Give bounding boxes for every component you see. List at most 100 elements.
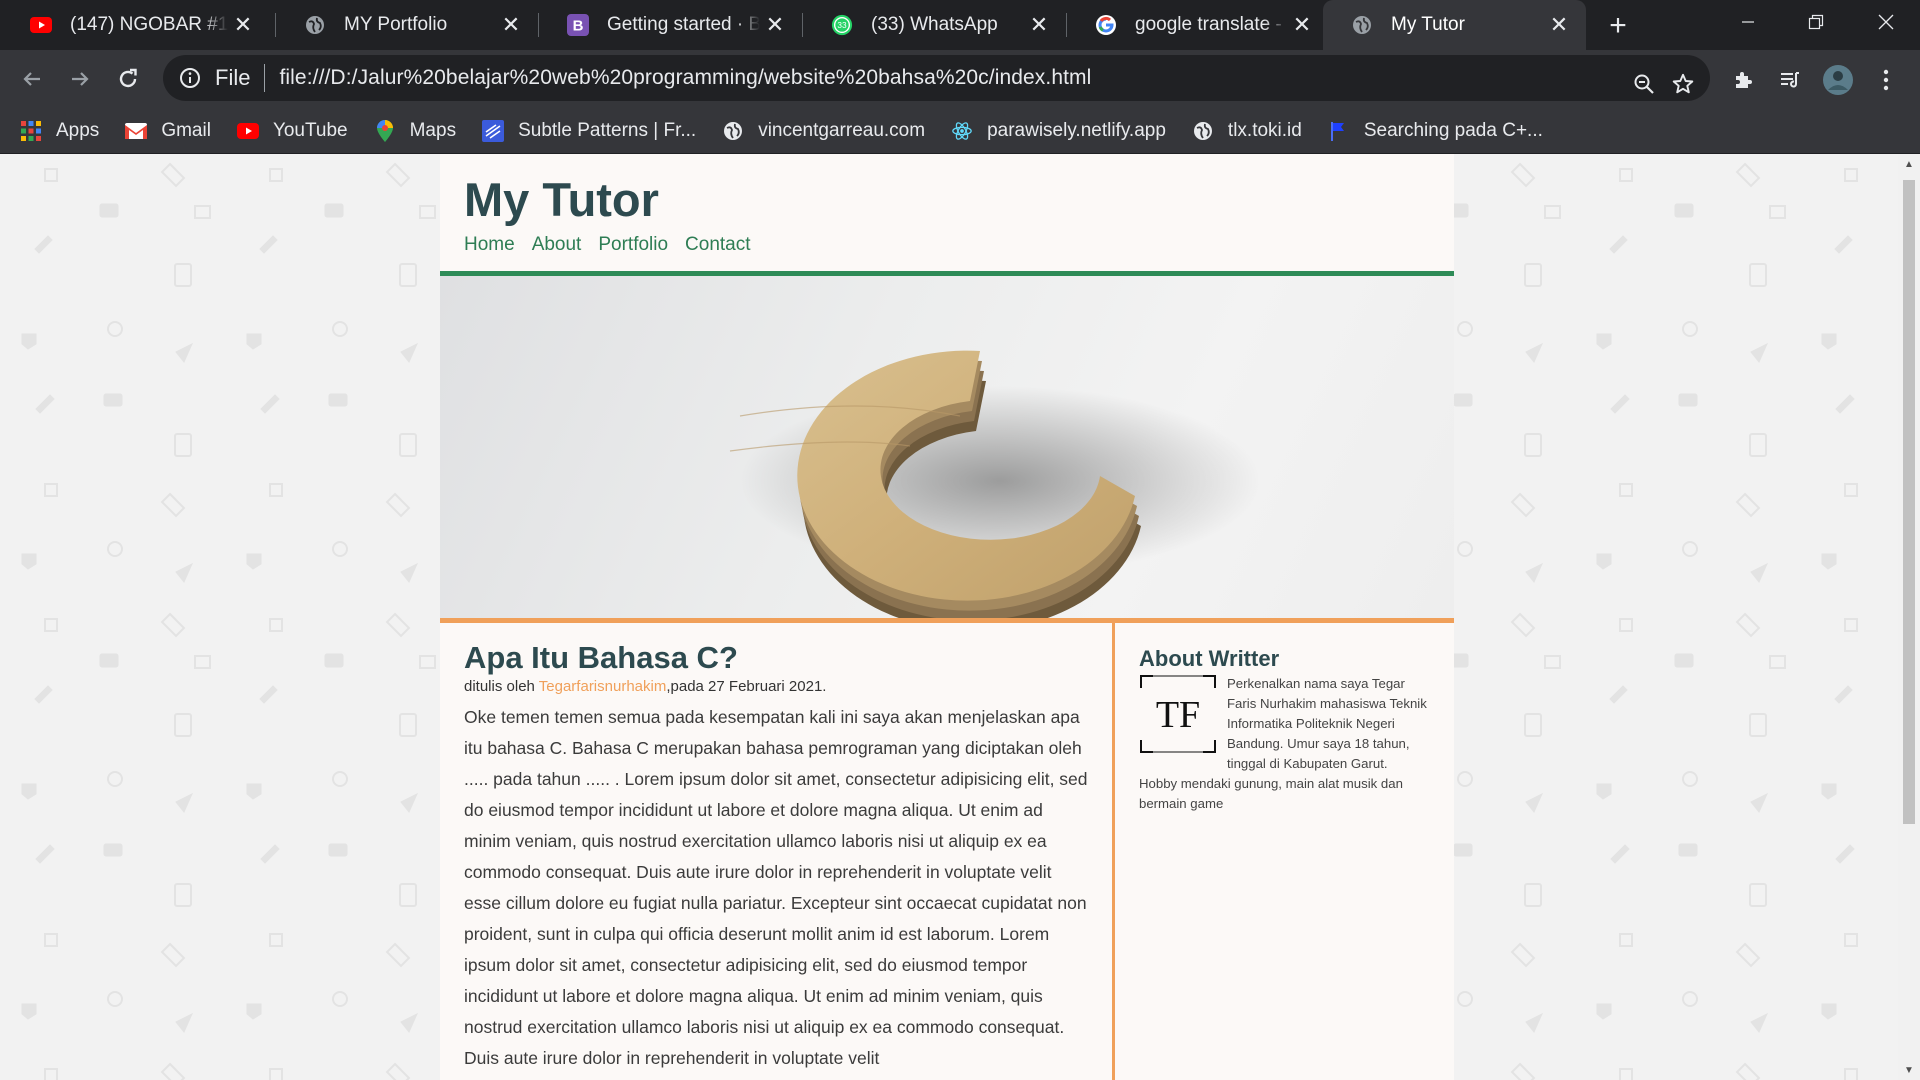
tab-title: google translate - Pe bbox=[1135, 14, 1287, 35]
tab-title: (147) NGOBAR #1 : M bbox=[70, 14, 228, 35]
youtube-icon bbox=[30, 14, 52, 36]
gmail-icon bbox=[125, 120, 148, 142]
page-viewport: My Tutor Home About Portfolio Contact Ap… bbox=[0, 154, 1920, 1080]
menu-icon[interactable] bbox=[1868, 62, 1904, 98]
site-title: My Tutor bbox=[464, 173, 659, 226]
bookmark-label: Apps bbox=[56, 119, 100, 141]
react-icon bbox=[951, 120, 973, 142]
new-tab-button[interactable]: + bbox=[1600, 8, 1636, 44]
nav-about[interactable]: About bbox=[532, 234, 582, 256]
bookmark-label: vincentgarreau.com bbox=[758, 119, 926, 141]
scrollbar-thumb[interactable] bbox=[1903, 180, 1915, 824]
close-icon[interactable]: ✕ bbox=[1287, 10, 1317, 40]
extensions-icon[interactable] bbox=[1726, 62, 1762, 98]
apps-grid-icon bbox=[20, 120, 42, 142]
bookmark-label: Searching pada C+... bbox=[1363, 119, 1543, 141]
restore-button[interactable] bbox=[1782, 0, 1850, 44]
bookmark-label: Subtle Patterns | Fr... bbox=[518, 119, 697, 141]
hero-divider bbox=[440, 618, 1454, 623]
bookmarks-bar: Apps Gmail YouTube Maps Subtle Patterns … bbox=[0, 108, 1920, 154]
close-icon[interactable]: ✕ bbox=[228, 10, 258, 40]
bootstrap-icon: B bbox=[567, 14, 589, 36]
bookmark-vincentgarreau[interactable]: vincentgarreau.com bbox=[722, 120, 925, 142]
sidebar-title: About Writter bbox=[1139, 646, 1280, 671]
url-text[interactable]: file:///D:/Jalur%20belajar%20web%20progr… bbox=[279, 66, 1091, 90]
media-control-icon[interactable] bbox=[1772, 62, 1808, 98]
nav-home[interactable]: Home bbox=[464, 234, 515, 256]
close-window-button[interactable] bbox=[1852, 0, 1920, 44]
author-link[interactable]: Tegarfarisnurhakim bbox=[539, 678, 667, 695]
bookmark-label: parawisely.netlify.app bbox=[987, 119, 1166, 141]
avatar[interactable] bbox=[1820, 62, 1856, 98]
svg-text:TF: TF bbox=[1156, 694, 1200, 736]
star-icon[interactable] bbox=[1666, 67, 1700, 101]
globe-icon bbox=[1351, 14, 1373, 36]
youtube-icon bbox=[236, 120, 259, 142]
bookmark-gmail[interactable]: Gmail bbox=[125, 120, 211, 142]
bookmark-label: Maps bbox=[409, 119, 457, 141]
browser-toolbar: File file:///D:/Jalur%20belajar%20web%20… bbox=[0, 50, 1920, 108]
close-icon[interactable]: ✕ bbox=[1024, 10, 1054, 40]
tab-bootstrap[interactable]: B Getting started · Boo ✕ bbox=[539, 0, 802, 50]
close-icon[interactable]: ✕ bbox=[1544, 10, 1574, 40]
tab-ngobar[interactable]: (147) NGOBAR #1 : M ✕ bbox=[2, 0, 270, 50]
globe-icon bbox=[304, 14, 326, 36]
bookmark-maps[interactable]: Maps bbox=[374, 119, 457, 142]
article-title: Apa Itu Bahasa C? bbox=[464, 640, 738, 675]
site-container: My Tutor Home About Portfolio Contact Ap… bbox=[440, 154, 1454, 1080]
svg-text:33: 33 bbox=[837, 21, 847, 30]
bookmark-subtle-patterns[interactable]: Subtle Patterns | Fr... bbox=[482, 119, 697, 142]
tab-title: (33) WhatsApp bbox=[871, 14, 998, 35]
flag-icon bbox=[1328, 120, 1350, 142]
google-icon bbox=[1095, 14, 1117, 36]
subtle-patterns-icon bbox=[482, 119, 505, 142]
scroll-down-arrow[interactable]: ▼ bbox=[1898, 1060, 1920, 1080]
address-bar[interactable]: File file:///D:/Jalur%20belajar%20web%20… bbox=[163, 55, 1710, 101]
tab-title: MY Portfolio bbox=[344, 14, 448, 35]
bookmark-label: YouTube bbox=[272, 119, 348, 141]
page-scrollbar[interactable]: ▲ ▼ bbox=[1898, 154, 1920, 1080]
minimize-button[interactable] bbox=[1714, 0, 1782, 44]
bookmark-youtube[interactable]: YouTube bbox=[236, 119, 348, 142]
forward-button[interactable] bbox=[62, 61, 98, 97]
reload-button[interactable] bbox=[110, 61, 146, 97]
tab-my-portfolio[interactable]: MY Portfolio ✕ bbox=[276, 0, 538, 50]
bookmark-label: tlx.toki.id bbox=[1227, 119, 1302, 141]
article-body: Oke temen temen semua pada kesempatan ka… bbox=[464, 707, 1088, 1068]
tab-title: My Tutor bbox=[1391, 14, 1465, 35]
nav-portfolio[interactable]: Portfolio bbox=[598, 234, 668, 256]
svg-text:B: B bbox=[573, 18, 584, 35]
site-nav: Home About Portfolio Contact bbox=[464, 234, 751, 256]
hero-image bbox=[440, 276, 1454, 618]
maps-pin-icon bbox=[374, 119, 396, 142]
tab-whatsapp[interactable]: 33 (33) WhatsApp ✕ bbox=[803, 0, 1066, 50]
tab-google-translate[interactable]: google translate - Pe ✕ bbox=[1067, 0, 1329, 50]
info-icon[interactable] bbox=[179, 67, 201, 89]
byline-prefix: ditulis oleh bbox=[464, 678, 539, 695]
byline-date: ,pada 27 Februari 2021. bbox=[666, 678, 827, 695]
sidebar-about: TF Perkenalkan nama saya Tegar Faris Nur… bbox=[1139, 674, 1429, 814]
close-icon[interactable]: ✕ bbox=[760, 10, 790, 40]
zoom-icon[interactable] bbox=[1627, 67, 1661, 101]
bookmark-searching-cpp[interactable]: Searching pada C+... bbox=[1328, 120, 1543, 142]
article-byline: ditulis oleh Tegarfarisnurhakim,pada 27 … bbox=[464, 678, 826, 695]
author-logo: TF bbox=[1139, 674, 1217, 754]
globe-icon bbox=[1192, 120, 1214, 142]
whatsapp-icon: 33 bbox=[831, 14, 853, 36]
tab-my-tutor[interactable]: My Tutor ✕ bbox=[1323, 0, 1586, 50]
bookmark-apps[interactable]: Apps bbox=[20, 120, 99, 142]
tab-strip: (147) NGOBAR #1 : M ✕ MY Portfolio ✕ B G… bbox=[0, 0, 1920, 50]
wooden-letter-c-image bbox=[729, 350, 1260, 618]
tab-title: Getting started · Boo bbox=[607, 14, 760, 35]
bookmark-parawisely[interactable]: parawisely.netlify.app bbox=[951, 120, 1166, 142]
bookmark-tlx-toki[interactable]: tlx.toki.id bbox=[1192, 120, 1302, 142]
url-scheme: File bbox=[215, 65, 251, 90]
close-icon[interactable]: ✕ bbox=[496, 10, 526, 40]
globe-icon bbox=[722, 120, 744, 142]
column-divider bbox=[1112, 623, 1115, 1080]
nav-contact[interactable]: Contact bbox=[685, 234, 750, 256]
scroll-up-arrow[interactable]: ▲ bbox=[1898, 154, 1920, 174]
bookmark-label: Gmail bbox=[161, 119, 211, 141]
back-button[interactable] bbox=[14, 61, 50, 97]
omnibox-divider bbox=[264, 64, 266, 92]
